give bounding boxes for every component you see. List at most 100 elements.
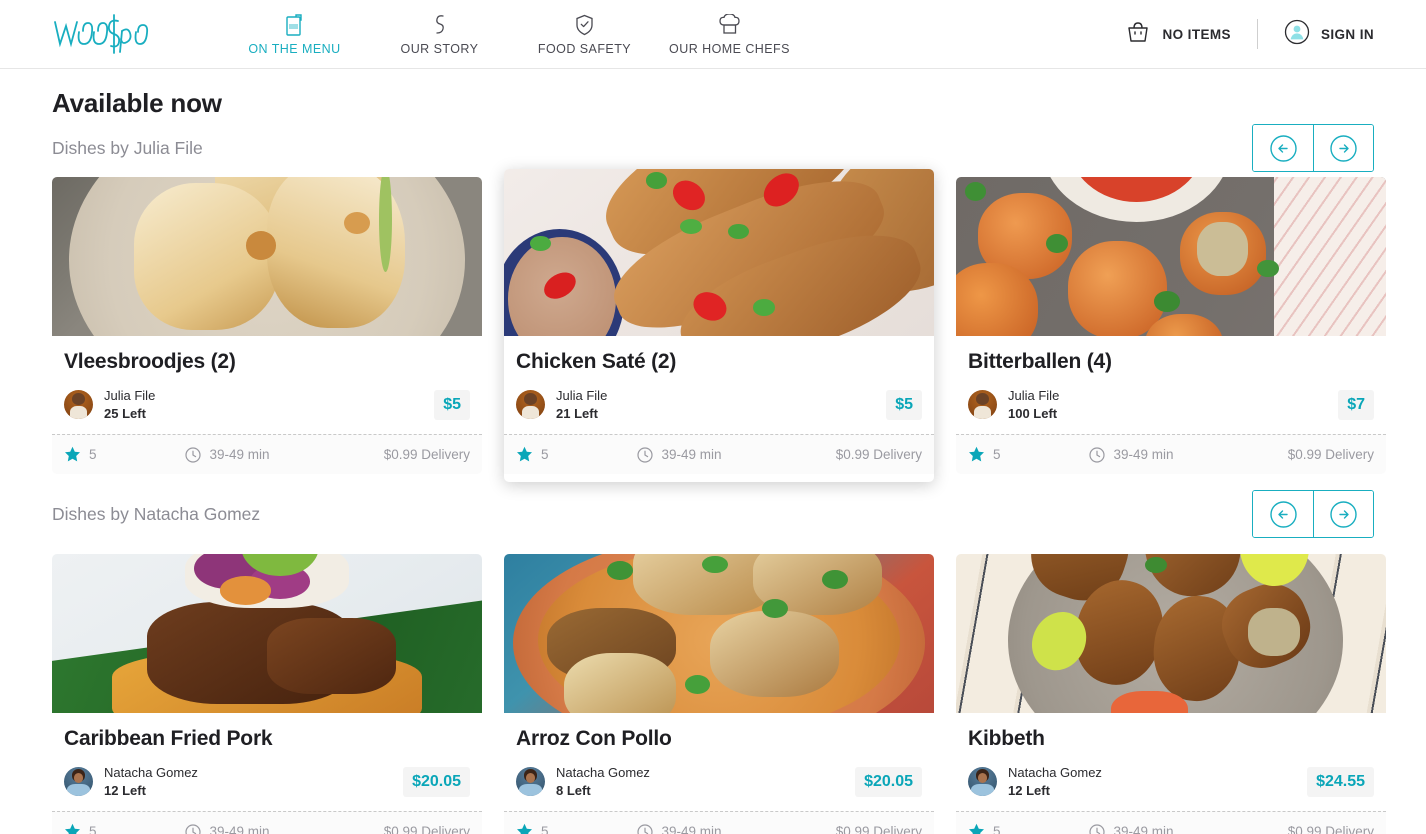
carousel-controls	[1252, 124, 1374, 172]
woodspoon-logo[interactable]	[52, 12, 152, 56]
dish-card[interactable]: Caribbean Fried Pork Natacha Gomez 12 Le…	[52, 554, 482, 834]
carousel-prev-button[interactable]	[1253, 125, 1313, 171]
page-content: Available now Dishes by Julia File	[0, 69, 1426, 834]
dish-card-footer: 5 39-49 min $0.99 Delivery	[52, 434, 482, 474]
chef-avatar	[516, 767, 545, 796]
spoon-icon	[432, 14, 448, 36]
rating: 5	[516, 823, 549, 834]
dish-card[interactable]: Kibbeth Natacha Gomez 12 Left $24.55	[956, 554, 1386, 834]
shopping-bag-icon	[1125, 19, 1151, 50]
chef-avatar	[64, 390, 93, 419]
dish-title: Bitterballen (4)	[968, 350, 1374, 373]
cart-label: NO ITEMS	[1162, 27, 1230, 42]
chef-name: Natacha Gomez	[556, 764, 650, 782]
rating-value: 5	[993, 447, 1001, 462]
dish-title: Caribbean Fried Pork	[64, 727, 470, 750]
delivery-time: 39-49 min	[637, 824, 722, 834]
user-circle-icon	[1284, 19, 1310, 50]
clock-icon	[637, 447, 653, 463]
nav-label: OUR HOME CHEFS	[669, 42, 790, 56]
section-subtitle: Dishes by Julia File	[52, 138, 203, 159]
dish-card[interactable]: Vleesbroodjes (2) Julia File 25 Left $5	[52, 177, 482, 474]
kibbeth-photo	[956, 554, 1386, 713]
rating: 5	[64, 823, 97, 834]
nav-label: OUR STORY	[401, 42, 479, 56]
section-header-natacha-gomez: Dishes by Natacha Gomez	[52, 474, 1374, 554]
chef-name: Natacha Gomez	[1008, 764, 1102, 782]
dish-card-body: Caribbean Fried Pork Natacha Gomez 12 Le…	[52, 713, 482, 811]
sign-in-label: SIGN IN	[1321, 27, 1374, 42]
star-icon	[516, 446, 533, 463]
dish-title: Kibbeth	[968, 727, 1374, 750]
delivery-fee: $0.99 Delivery	[1288, 447, 1374, 462]
clock-icon	[185, 824, 201, 834]
arrow-left-icon	[1269, 134, 1298, 163]
carousel-next-button[interactable]	[1313, 125, 1373, 171]
quantity-left: 8 Left	[556, 782, 650, 800]
carousel-prev-button[interactable]	[1253, 491, 1313, 537]
dish-card[interactable]: Arroz Con Pollo Natacha Gomez 8 Left $20…	[504, 554, 934, 834]
nav-item-our-story[interactable]: OUR STORY	[367, 12, 512, 56]
clock-icon	[185, 447, 201, 463]
clock-icon	[1089, 447, 1105, 463]
chicken-sate-photo	[504, 169, 934, 336]
dish-card[interactable]: Bitterballen (4) Julia File 100 Left $7	[956, 177, 1386, 474]
delivery-fee: $0.99 Delivery	[836, 824, 922, 834]
nav-label: FOOD SAFETY	[538, 42, 631, 56]
star-icon	[64, 823, 81, 834]
arrow-right-icon	[1329, 500, 1358, 529]
nav-item-our-home-chefs[interactable]: OUR HOME CHEFS	[657, 12, 802, 56]
chef-meta: Natacha Gomez 12 Left	[104, 764, 198, 799]
dish-title: Arroz Con Pollo	[516, 727, 922, 750]
rating-value: 5	[993, 824, 1001, 834]
dish-price: $7	[1338, 390, 1374, 420]
chef-name: Natacha Gomez	[104, 764, 198, 782]
rating-value: 5	[541, 824, 549, 834]
delivery-time: 39-49 min	[185, 824, 270, 834]
sign-in-button[interactable]: SIGN IN	[1284, 19, 1374, 50]
section-subtitle: Dishes by Natacha Gomez	[52, 504, 260, 525]
chef-row: Natacha Gomez 12 Left $24.55	[968, 764, 1374, 799]
delivery-fee: $0.99 Delivery	[384, 447, 470, 462]
vleesbroodjes-photo	[52, 177, 482, 336]
chef-row: Natacha Gomez 12 Left $20.05	[64, 764, 470, 799]
chef-name: Julia File	[556, 387, 607, 405]
site-header: ON THE MENU OUR STORY FOOD SAFETY	[0, 0, 1426, 69]
rating: 5	[516, 446, 549, 463]
rating: 5	[64, 446, 97, 463]
nav-item-food-safety[interactable]: FOOD SAFETY	[512, 12, 657, 56]
delivery-fee: $0.99 Delivery	[1288, 824, 1374, 834]
dish-price: $5	[434, 390, 470, 420]
chef-meta: Natacha Gomez 12 Left	[1008, 764, 1102, 799]
arrow-left-icon	[1269, 500, 1298, 529]
carousel-next-button[interactable]	[1313, 491, 1373, 537]
chef-hat-icon	[719, 14, 741, 36]
dish-grid-natacha-gomez: Caribbean Fried Pork Natacha Gomez 12 Le…	[52, 554, 1374, 834]
delivery-time-value: 39-49 min	[662, 824, 722, 834]
dish-card-body: Arroz Con Pollo Natacha Gomez 8 Left $20…	[504, 713, 934, 811]
woodspoon-wordmark-icon	[52, 12, 152, 56]
delivery-time-value: 39-49 min	[1114, 824, 1174, 834]
chef-row: Julia File 21 Left $5	[516, 387, 922, 422]
chef-avatar	[64, 767, 93, 796]
chef-meta: Julia File 25 Left	[104, 387, 155, 422]
chef-row: Natacha Gomez 8 Left $20.05	[516, 764, 922, 799]
dish-card-footer: 5 39-49 min $0.99 Delivery	[52, 811, 482, 834]
cart-button[interactable]: NO ITEMS	[1125, 19, 1230, 50]
quantity-left: 100 Left	[1008, 405, 1059, 423]
nav-item-on-the-menu[interactable]: ON THE MENU	[222, 12, 367, 56]
header-actions: NO ITEMS SIGN IN	[1125, 19, 1398, 50]
delivery-fee: $0.99 Delivery	[384, 824, 470, 834]
quantity-left: 21 Left	[556, 405, 607, 423]
dish-price: $20.05	[855, 767, 922, 797]
clock-icon	[637, 824, 653, 834]
delivery-time: 39-49 min	[637, 447, 722, 463]
chef-meta: Natacha Gomez 8 Left	[556, 764, 650, 799]
dish-card-body: Kibbeth Natacha Gomez 12 Left $24.55	[956, 713, 1386, 811]
chef-name: Julia File	[1008, 387, 1059, 405]
dish-card-footer: 5 39-49 min $0.99 Delivery	[504, 434, 934, 474]
rating: 5	[968, 446, 1001, 463]
dish-card[interactable]: Chicken Saté (2) Julia File 21 Left $5	[504, 169, 934, 482]
rating-value: 5	[541, 447, 549, 462]
rating-value: 5	[89, 824, 97, 834]
